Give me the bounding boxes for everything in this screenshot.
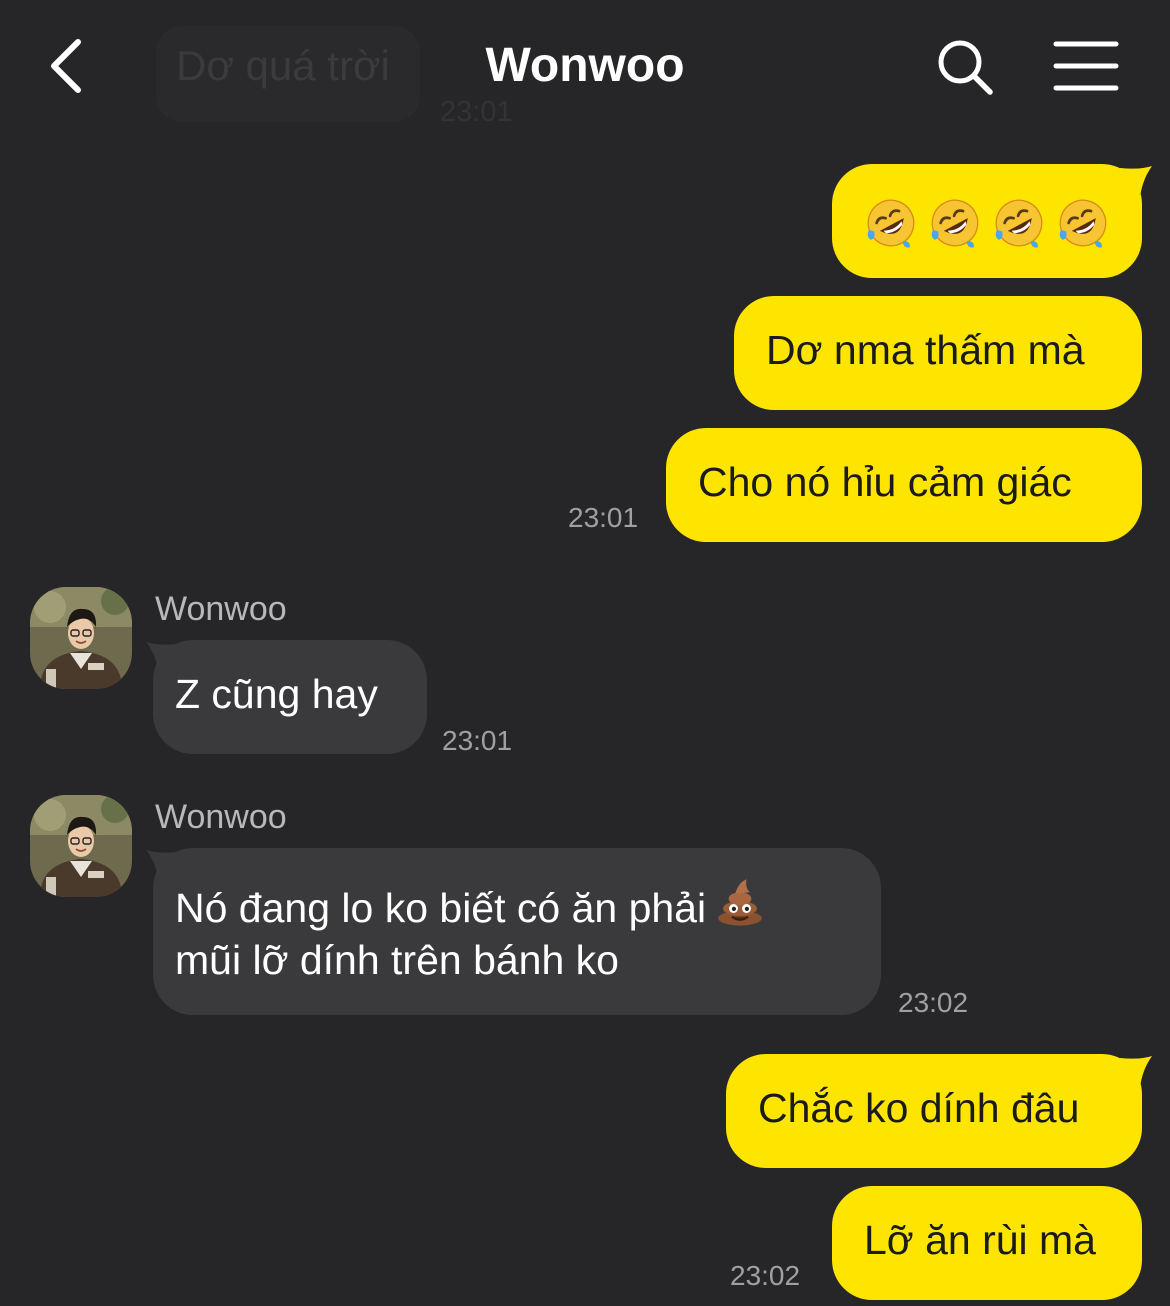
outgoing-message-bubble[interactable]: Cho nó hỉu cảm giác: [666, 428, 1142, 542]
message-line: Nó đang lo ko biết có ăn phải: [175, 876, 857, 934]
incoming-message-bubble[interactable]: Z cũng hay: [153, 640, 427, 754]
hamburger-menu-icon: [1053, 41, 1119, 91]
outgoing-message-bubble[interactable]: Dơ nma thấm mà: [734, 296, 1142, 410]
back-button[interactable]: [40, 30, 100, 102]
faded-message-time: 23:01: [440, 96, 513, 128]
avatar[interactable]: [30, 795, 132, 897]
message-text: Dơ nma thấm mà: [766, 327, 1085, 373]
search-button[interactable]: [932, 34, 998, 100]
message-time: 23:01: [568, 502, 639, 533]
outgoing-message-bubble[interactable]: [832, 164, 1142, 278]
faded-message-text: Dơ quá trời: [176, 42, 390, 89]
message-text: mũi lỡ dính trên bánh ko: [175, 937, 619, 983]
emoji-group: [864, 194, 1112, 250]
message-time: 23:02: [730, 1260, 801, 1291]
rolling-on-floor-laughing-emoji: [1056, 196, 1110, 250]
incoming-message-bubble[interactable]: Nó đang lo ko biết có ăn phải mũi lỡ dín…: [153, 848, 881, 1015]
avatar[interactable]: [30, 587, 132, 689]
chevron-left-icon: [51, 39, 81, 93]
message-line: mũi lỡ dính trên bánh ko: [175, 934, 857, 986]
message-time: 23:01: [442, 725, 513, 756]
message-text: Cho nó hỉu cảm giác: [698, 459, 1072, 505]
message-text: Z cũng hay: [175, 671, 378, 717]
profile-photo: [30, 587, 132, 689]
sender-name: Wonwoo: [155, 590, 287, 628]
message-text: Nó đang lo ko biết có ăn phải: [175, 885, 707, 931]
chat-header: Dơ quá trời 23:01 Wonwoo: [0, 0, 1170, 135]
profile-photo: [30, 795, 132, 897]
message-text: Lỡ ăn rùi mà: [864, 1217, 1096, 1263]
outgoing-message-bubble[interactable]: Chắc ko dính đâu: [726, 1054, 1142, 1168]
message-text: Chắc ko dính đâu: [758, 1085, 1080, 1131]
pile-of-poo-emoji: [714, 876, 766, 928]
rolling-on-floor-laughing-emoji: [992, 196, 1046, 250]
search-icon: [938, 40, 993, 95]
rolling-on-floor-laughing-emoji: [864, 196, 918, 250]
message-time: 23:02: [898, 987, 969, 1018]
outgoing-message-bubble[interactable]: Lỡ ăn rùi mà: [832, 1186, 1142, 1300]
bubble-tail: [1120, 166, 1152, 198]
menu-button[interactable]: [1050, 38, 1122, 94]
bubble-tail: [1120, 1056, 1152, 1088]
rolling-on-floor-laughing-emoji: [928, 196, 982, 250]
chat-title[interactable]: Wonwoo: [485, 39, 684, 92]
sender-name: Wonwoo: [155, 798, 287, 836]
